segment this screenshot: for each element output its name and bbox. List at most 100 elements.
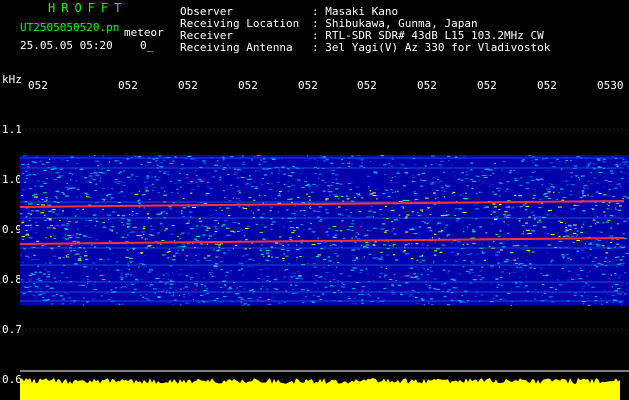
noise-pixel xyxy=(614,246,617,248)
noise-pixel xyxy=(256,155,261,157)
noise-pixel xyxy=(418,226,422,228)
noise-pixel xyxy=(202,160,206,162)
noise-pixel xyxy=(258,263,261,264)
noise-pixel xyxy=(403,246,406,248)
noise-pixel xyxy=(324,286,328,288)
noise-pixel xyxy=(94,169,96,171)
noise-pixel xyxy=(285,209,289,211)
noise-pixel xyxy=(239,297,241,299)
noise-pixel xyxy=(588,243,592,245)
noise-pixel xyxy=(136,235,139,236)
noise-pixel xyxy=(50,225,53,226)
noise-pixel xyxy=(137,156,141,158)
noise-pixel xyxy=(327,256,331,258)
noise-pixel xyxy=(376,198,378,200)
noise-pixel xyxy=(30,272,33,274)
noise-pixel xyxy=(339,183,343,185)
noise-pixel xyxy=(385,268,387,269)
noise-pixel xyxy=(571,208,574,210)
noise-pixel xyxy=(329,285,334,287)
noise-pixel xyxy=(372,192,376,194)
noise-pixel xyxy=(118,276,121,277)
noise-pixel xyxy=(434,241,437,243)
noise-pixel xyxy=(120,279,123,281)
noise-pixel xyxy=(221,156,225,158)
noise-pixel xyxy=(613,274,618,276)
noise-pixel xyxy=(288,263,291,265)
noise-pixel xyxy=(66,282,69,284)
noise-pixel xyxy=(46,271,48,273)
noise-pixel xyxy=(242,161,245,163)
noise-pixel xyxy=(447,289,451,291)
noise-pixel xyxy=(249,183,251,185)
noise-pixel xyxy=(425,293,429,295)
noise-pixel xyxy=(237,230,240,232)
noise-pixel xyxy=(195,181,199,183)
noise-pixel xyxy=(434,250,438,252)
noise-pixel xyxy=(113,269,116,271)
noise-pixel xyxy=(100,177,102,179)
noise-pixel xyxy=(412,180,414,182)
noise-pixel xyxy=(116,303,121,305)
noise-pixel xyxy=(297,235,300,237)
noise-pixel xyxy=(581,190,584,192)
noise-pixel xyxy=(379,214,384,216)
noise-pixel xyxy=(361,286,366,288)
noise-pixel xyxy=(224,285,228,287)
noise-pixel xyxy=(520,270,525,271)
noise-pixel xyxy=(51,249,54,251)
noise-pixel xyxy=(582,210,586,212)
noise-pixel xyxy=(122,286,126,288)
noise-pixel xyxy=(573,224,577,226)
noise-pixel xyxy=(582,296,584,298)
noise-pixel xyxy=(99,275,103,276)
noise-pixel xyxy=(70,180,73,182)
noise-pixel xyxy=(296,271,301,273)
noise-pixel xyxy=(462,155,467,157)
noise-pixel xyxy=(118,220,120,222)
noise-pixel xyxy=(342,284,345,285)
noise-pixel xyxy=(238,206,241,208)
noise-pixel xyxy=(485,168,490,170)
noise-pixel xyxy=(509,273,511,275)
noise-pixel xyxy=(270,172,273,174)
noise-pixel xyxy=(121,215,126,217)
noise-pixel xyxy=(135,175,139,177)
noise-pixel xyxy=(165,213,168,214)
noise-pixel xyxy=(191,182,193,184)
noise-pixel xyxy=(380,272,383,274)
noise-pixel xyxy=(498,284,500,286)
noise-pixel xyxy=(595,243,599,245)
noise-pixel xyxy=(538,219,541,221)
noise-pixel xyxy=(429,267,432,269)
noise-pixel xyxy=(59,175,64,177)
noise-pixel xyxy=(386,191,390,193)
noise-pixel xyxy=(615,172,617,174)
noise-pixel xyxy=(546,188,551,190)
noise-pixel xyxy=(104,292,109,294)
noise-pixel xyxy=(298,275,302,276)
noise-pixel xyxy=(175,171,179,173)
noise-pixel xyxy=(20,164,25,165)
noise-pixel xyxy=(230,184,233,186)
noise-pixel xyxy=(565,160,568,161)
noise-pixel xyxy=(481,266,483,268)
noise-pixel xyxy=(349,226,353,228)
noise-pixel xyxy=(589,271,591,273)
noise-pixel xyxy=(506,214,511,216)
noise-pixel xyxy=(71,155,75,157)
spectrogram xyxy=(19,129,629,400)
noise-pixel xyxy=(429,220,433,222)
noise-pixel xyxy=(95,220,99,222)
noise-pixel xyxy=(42,210,46,211)
noise-pixel xyxy=(137,200,140,202)
noise-pixel xyxy=(293,212,296,214)
noise-pixel xyxy=(155,160,158,162)
noise-pixel xyxy=(55,172,60,174)
noise-pixel xyxy=(273,301,276,303)
noise-pixel xyxy=(607,219,611,221)
noise-pixel xyxy=(232,187,234,189)
noise-pixel xyxy=(86,195,88,197)
noise-pixel xyxy=(380,228,385,230)
noise-pixel xyxy=(466,270,470,272)
